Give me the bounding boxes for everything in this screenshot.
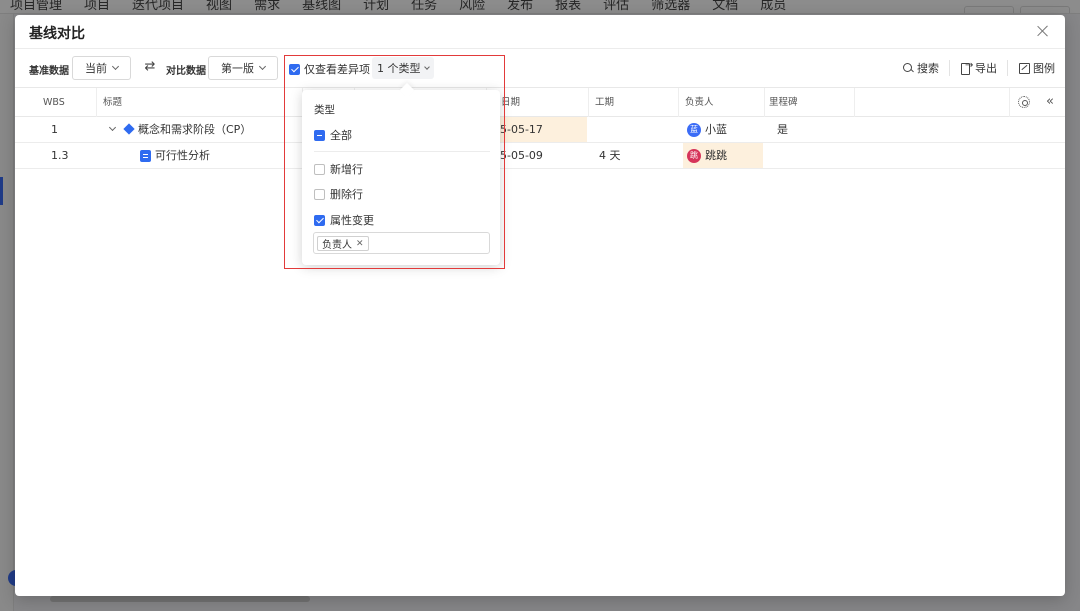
- toolbar-actions: 搜索 导出 图例: [892, 60, 1065, 76]
- wbs-cell: 1.3: [51, 149, 69, 162]
- legend-icon: [1018, 62, 1030, 74]
- close-icon[interactable]: [1035, 23, 1051, 39]
- column-header-title[interactable]: 标题: [97, 88, 303, 117]
- export-button[interactable]: 导出: [950, 60, 1008, 76]
- avatar: 跳: [687, 149, 701, 163]
- base-data-label: 基准数据: [29, 66, 69, 77]
- row-title: 概念和需求阶段（CP）: [138, 123, 252, 136]
- owner-cell: 蓝小蓝: [687, 117, 727, 142]
- column-header-duration[interactable]: 工期: [589, 88, 679, 117]
- owner-name: 小蓝: [705, 123, 727, 136]
- date-cell: 5-05-17: [493, 117, 587, 142]
- column-header-owner[interactable]: 负责人: [679, 88, 765, 117]
- collapse-icon[interactable]: «: [1046, 94, 1054, 109]
- avatar: 蓝: [687, 123, 701, 137]
- chevron-down-icon: [111, 62, 120, 71]
- annotation-highlight-box: [284, 55, 505, 269]
- table-header: WBS 标题 日期 工期 负责人 里程碑 «: [15, 87, 1065, 117]
- swap-icon[interactable]: ⇄: [143, 60, 157, 74]
- title-cell[interactable]: 概念和需求阶段（CP）: [108, 117, 252, 142]
- wbs-cell: 1: [51, 123, 58, 136]
- compare-data-select[interactable]: 第一版: [208, 56, 278, 80]
- title-cell[interactable]: 可行性分析: [140, 143, 210, 168]
- compare-table: WBS 标题 日期 工期 负责人 里程碑 « 1 概念和需求阶段（CP） 5-0…: [15, 87, 1065, 169]
- table-row[interactable]: 1 概念和需求阶段（CP） 5-05-17 蓝小蓝 是: [15, 117, 1065, 143]
- chevron-down-icon: [258, 62, 267, 71]
- milestone-cell: 是: [777, 123, 788, 136]
- milestone-diamond-icon: [123, 123, 135, 135]
- compare-data-value: 第一版: [221, 62, 254, 75]
- search-button[interactable]: 搜索: [892, 60, 950, 76]
- compare-toolbar: 基准数据 当前 ⇄ 对比数据 第一版 仅查看差异项 1 个类型 搜索 导出: [15, 49, 1065, 87]
- baseline-compare-modal: 基线对比 基准数据 当前 ⇄ 对比数据 第一版 仅查看差异项 1 个类型 搜索: [15, 15, 1065, 596]
- legend-label: 图例: [1033, 62, 1055, 75]
- base-data-select[interactable]: 当前: [72, 56, 131, 80]
- owner-cell: 跳跳跳: [683, 143, 763, 168]
- base-data-value: 当前: [85, 62, 107, 75]
- search-label: 搜索: [917, 62, 939, 75]
- owner-name: 跳跳: [705, 149, 727, 162]
- duration-cell: 4 天: [599, 149, 621, 162]
- table-row[interactable]: 1.3 可行性分析 5-05-09 4 天 跳跳跳: [15, 143, 1065, 169]
- column-header-extra[interactable]: [855, 88, 1010, 117]
- search-icon: [902, 62, 914, 74]
- date-cell: 5-05-09: [500, 149, 543, 162]
- modal-title: 基线对比: [29, 26, 85, 42]
- row-title: 可行性分析: [155, 149, 210, 162]
- document-icon: [140, 150, 151, 162]
- export-icon: [960, 60, 973, 75]
- gear-icon[interactable]: [1018, 96, 1030, 108]
- export-label: 导出: [975, 62, 997, 75]
- legend-button[interactable]: 图例: [1008, 60, 1065, 76]
- modal-header: 基线对比: [15, 15, 1065, 49]
- chevron-down-icon[interactable]: [108, 123, 117, 132]
- column-header-milestone[interactable]: 里程碑: [765, 88, 855, 117]
- column-header-wbs[interactable]: WBS: [15, 88, 97, 117]
- compare-data-label: 对比数据: [166, 66, 206, 77]
